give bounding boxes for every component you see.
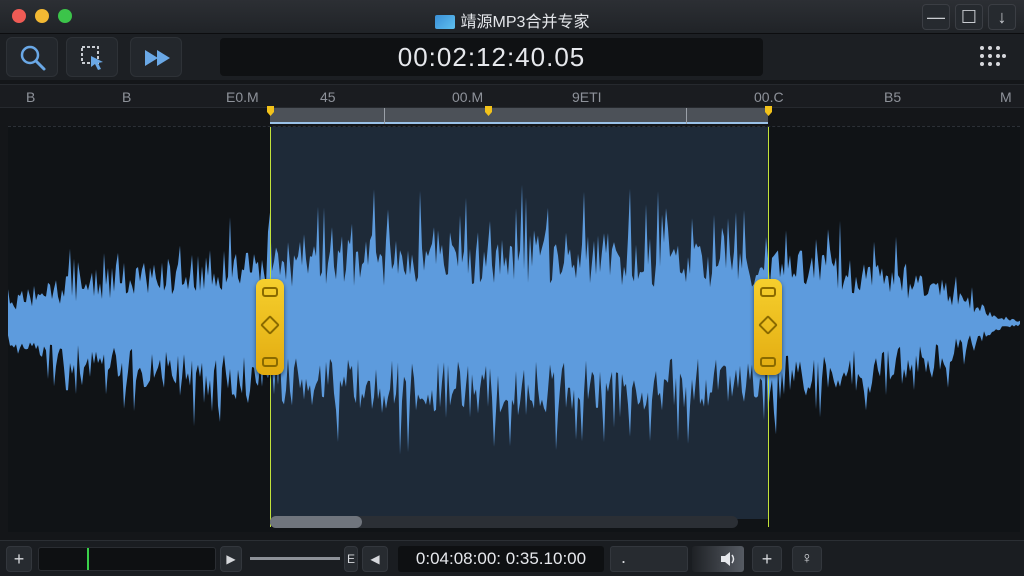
selection-tool-button[interactable]	[66, 37, 118, 77]
ruler-label: B	[26, 89, 36, 105]
zoom-slider[interactable]	[250, 557, 340, 560]
previous-button[interactable]: ◀	[362, 546, 388, 572]
ruler-label: B	[122, 89, 132, 105]
ruler-label: M	[1000, 89, 1012, 105]
play-button[interactable]: ▶	[220, 546, 242, 572]
horizontal-scrollbar[interactable]	[270, 516, 738, 528]
download-arrow-button[interactable]: ↓	[988, 4, 1016, 30]
fast-forward-button[interactable]	[130, 37, 182, 77]
selection-icon	[81, 46, 103, 70]
fast-forward-icon	[145, 50, 170, 66]
plus-button[interactable]: +	[752, 546, 782, 572]
ruler-label: 9ETI	[572, 89, 602, 105]
grid-menu-button[interactable]	[966, 40, 1018, 74]
bottom-toolbar: + ▶ E ◀ 0:04:08:00: 0:35.10:00 . + ♀	[0, 540, 1024, 576]
app-title-text: 靖源MP3合并专家	[460, 14, 590, 31]
app-logo-icon	[434, 15, 455, 29]
waveform-shape	[8, 184, 1020, 455]
speaker-icon	[721, 552, 735, 566]
scrollbar-thumb[interactable]	[270, 516, 362, 528]
e-button[interactable]: E	[344, 546, 358, 572]
add-button[interactable]: +	[6, 546, 32, 572]
maximize-button[interactable]: ☐	[955, 4, 983, 30]
ruler-label: 45	[320, 89, 336, 105]
ruler-label: B5	[884, 89, 902, 105]
timecode-display: 00:02:12:40.05	[220, 38, 763, 76]
ruler-label: E0.M	[226, 89, 259, 105]
time-ruler[interactable]: B B E0.M 45 00.M 9ETI 00.C B5 M	[0, 84, 1024, 108]
range-tick	[686, 108, 687, 124]
mini-timeline[interactable]	[38, 547, 216, 571]
waveform	[8, 184, 1020, 455]
ruler-label: 00.C	[754, 89, 784, 105]
mini-timeline-position	[87, 548, 89, 570]
grid-icon	[980, 46, 1006, 66]
waveform-panel[interactable]	[8, 126, 1020, 532]
ruler-label: 00.M	[452, 89, 484, 105]
range-tick	[384, 108, 385, 124]
pin-button[interactable]: ♀	[792, 546, 822, 572]
app-title: 靖源MP3合并专家	[0, 8, 1024, 32]
search-button[interactable]	[6, 37, 58, 77]
selection-time-display: 0:04:08:00: 0:35.10:00	[398, 546, 604, 572]
toolbar: 00:02:12:40.05	[0, 34, 1024, 80]
selection-range-bar[interactable]	[270, 108, 768, 124]
minimize-button[interactable]: —	[922, 4, 950, 30]
value-field[interactable]: .	[610, 546, 688, 572]
selection-end-handle[interactable]	[754, 279, 782, 375]
selection-start-handle[interactable]	[256, 279, 284, 375]
volume-control[interactable]	[692, 546, 744, 572]
title-bar: 靖源MP3合并专家 — ☐ ↓	[0, 0, 1024, 34]
search-icon	[20, 45, 46, 71]
